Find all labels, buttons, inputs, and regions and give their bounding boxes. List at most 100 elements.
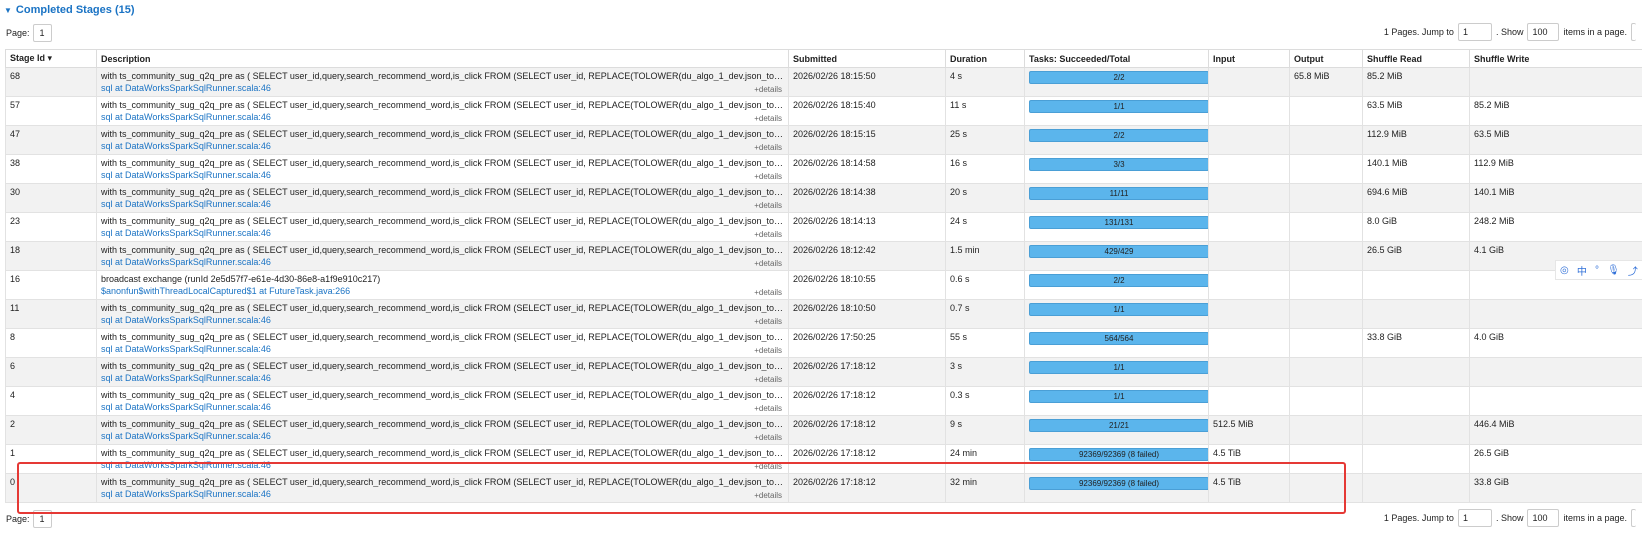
ime-toolbar[interactable]: ◎ 中 ° 🎙 ⤴ [1555, 260, 1642, 280]
details-toggle[interactable]: +details [754, 375, 782, 384]
shuffle-write-cell [1469, 386, 1642, 416]
jump-to-input[interactable]: 1 [1457, 509, 1492, 527]
tasks-progress-bar: 429/429 [1029, 245, 1208, 258]
stage-detail-link[interactable]: sql at DataWorksSparkSqlRunner.scala:46 [101, 226, 784, 238]
section-title-text[interactable]: Completed Stages (15) [16, 4, 135, 16]
tasks-progress-bar: 1/1 [1029, 361, 1208, 374]
sort-desc-icon[interactable]: ▾ [48, 53, 53, 63]
page-number-link[interactable]: 1 [32, 24, 52, 42]
go-button[interactable] [1631, 23, 1636, 41]
col-submitted[interactable]: Submitted [788, 49, 946, 68]
duration-cell: 32 min [945, 473, 1025, 503]
details-toggle[interactable]: +details [754, 259, 782, 268]
ime-lang-toggle[interactable]: 中 [1577, 263, 1587, 278]
duration-cell: 16 s [945, 154, 1025, 184]
details-toggle[interactable]: +details [754, 201, 782, 210]
details-toggle[interactable]: +details [754, 491, 782, 500]
stage-detail-link[interactable]: sql at DataWorksSparkSqlRunner.scala:46 [101, 313, 784, 325]
details-toggle[interactable]: +details [754, 172, 782, 181]
description-cell: broadcast exchange (runId 2e5d57f7-e61e-… [96, 270, 789, 300]
stage-detail-link[interactable]: sql at DataWorksSparkSqlRunner.scala:46 [101, 255, 784, 267]
col-description[interactable]: Description [96, 49, 789, 68]
details-toggle[interactable]: +details [754, 85, 782, 94]
share-icon[interactable]: ⤴ [1628, 263, 1638, 278]
output-cell [1289, 328, 1363, 358]
tasks-progress-bar: 92369/92369 (8 failed) [1029, 448, 1208, 461]
go-button[interactable] [1631, 509, 1636, 527]
col-input[interactable]: Input [1208, 49, 1290, 68]
details-toggle[interactable]: +details [754, 114, 782, 123]
page-size-input[interactable]: 100 [1527, 23, 1560, 41]
description-cell: with ts_community_sug_q2q_pre as ( SELEC… [96, 67, 789, 97]
table-row: 30 with ts_community_sug_q2q_pre as ( SEL… [5, 183, 1642, 213]
stage-detail-link[interactable]: sql at DataWorksSparkSqlRunner.scala:46 [101, 342, 784, 354]
col-shuffle-read[interactable]: Shuffle Read [1362, 49, 1470, 68]
col-output[interactable]: Output [1289, 49, 1363, 68]
description-text: with ts_community_sug_q2q_pre as ( SELEC… [101, 361, 784, 371]
tasks-progress-bar: 1/1 [1029, 100, 1208, 113]
dot-settings-icon[interactable]: ° [1595, 265, 1599, 276]
stage-detail-link[interactable]: $anonfun$withThreadLocalCaptured$1 at Fu… [101, 284, 784, 296]
shuffle-write-cell: 26.5 GiB [1469, 444, 1642, 474]
description-cell: with ts_community_sug_q2q_pre as ( SELEC… [96, 357, 789, 387]
stage-detail-link[interactable]: sql at DataWorksSparkSqlRunner.scala:46 [101, 81, 784, 93]
details-toggle[interactable]: +details [754, 462, 782, 471]
stage-detail-link[interactable]: sql at DataWorksSparkSqlRunner.scala:46 [101, 400, 784, 412]
tasks-cell: 11/11 [1024, 183, 1209, 213]
stage-detail-link[interactable]: sql at DataWorksSparkSqlRunner.scala:46 [101, 197, 784, 209]
col-shuffle-write[interactable]: Shuffle Write [1469, 49, 1642, 68]
col-duration[interactable]: Duration [945, 49, 1025, 68]
table-row: 11 with ts_community_sug_q2q_pre as ( SEL… [5, 299, 1642, 329]
stage-detail-link[interactable]: sql at DataWorksSparkSqlRunner.scala:46 [101, 371, 784, 383]
stage-id-cell: 47 [5, 125, 97, 155]
ime-logo-icon[interactable]: ◎ [1560, 265, 1569, 276]
description-text: with ts_community_sug_q2q_pre as ( SELEC… [101, 419, 784, 429]
output-cell [1289, 212, 1363, 242]
details-toggle[interactable]: +details [754, 433, 782, 442]
jump-to-input[interactable]: 1 [1457, 23, 1492, 41]
details-toggle[interactable]: +details [754, 143, 782, 152]
stage-detail-link[interactable]: sql at DataWorksSparkSqlRunner.scala:46 [101, 429, 784, 441]
input-cell [1208, 96, 1290, 126]
shuffle-write-cell: 248.2 MiB [1469, 212, 1642, 242]
collapse-caret-icon[interactable]: ▼ [4, 6, 12, 15]
description-text: with ts_community_sug_q2q_pre as ( SELEC… [101, 100, 784, 110]
output-cell: 65.8 MiB [1289, 67, 1363, 97]
stage-detail-link[interactable]: sql at DataWorksSparkSqlRunner.scala:46 [101, 168, 784, 180]
tasks-cell: 3/3 [1024, 154, 1209, 184]
stage-detail-link[interactable]: sql at DataWorksSparkSqlRunner.scala:46 [101, 487, 784, 499]
details-toggle[interactable]: +details [754, 230, 782, 239]
stage-detail-link[interactable]: sql at DataWorksSparkSqlRunner.scala:46 [101, 110, 784, 122]
details-toggle[interactable]: +details [754, 404, 782, 413]
table-header-row: Stage Id ▾ Description Submitted Duratio… [5, 49, 1642, 68]
duration-cell: 4 s [945, 67, 1025, 97]
col-tasks[interactable]: Tasks: Succeeded/Total [1024, 49, 1209, 68]
mic-icon[interactable]: 🎙 [1607, 265, 1620, 276]
stage-detail-link[interactable]: sql at DataWorksSparkSqlRunner.scala:46 [101, 139, 784, 151]
shuffle-read-cell: 26.5 GiB [1362, 241, 1470, 271]
table-row: 4 with ts_community_sug_q2q_pre as ( SELE… [5, 386, 1642, 416]
tasks-cell: 2/2 [1024, 270, 1209, 300]
page-size-input[interactable]: 100 [1527, 509, 1560, 527]
duration-cell: 9 s [945, 415, 1025, 445]
output-cell [1289, 183, 1363, 213]
show-label: . Show [1495, 27, 1524, 37]
page-number-link[interactable]: 1 [32, 510, 52, 528]
table-row: 8 with ts_community_sug_q2q_pre as ( SELE… [5, 328, 1642, 358]
table-row: 38 with ts_community_sug_q2q_pre as ( SEL… [5, 154, 1642, 184]
tasks-progress-bar: 21/21 [1029, 419, 1208, 432]
details-toggle[interactable]: +details [754, 317, 782, 326]
shuffle-read-cell: 8.0 GiB [1362, 212, 1470, 242]
tasks-cell: 429/429 [1024, 241, 1209, 271]
tasks-cell: 564/564 [1024, 328, 1209, 358]
section-title[interactable]: ▼ Completed Stages (15) [4, 4, 135, 16]
details-toggle[interactable]: +details [754, 346, 782, 355]
submitted-cell: 2026/02/26 18:15:40 [788, 96, 946, 126]
col-stage-id[interactable]: Stage Id ▾ [5, 49, 97, 68]
description-cell: with ts_community_sug_q2q_pre as ( SELEC… [96, 473, 789, 503]
stage-id-cell: 16 [5, 270, 97, 300]
description-cell: with ts_community_sug_q2q_pre as ( SELEC… [96, 415, 789, 445]
description-cell: with ts_community_sug_q2q_pre as ( SELEC… [96, 386, 789, 416]
details-toggle[interactable]: +details [754, 288, 782, 297]
stage-detail-link[interactable]: sql at DataWorksSparkSqlRunner.scala:46 [101, 458, 784, 470]
